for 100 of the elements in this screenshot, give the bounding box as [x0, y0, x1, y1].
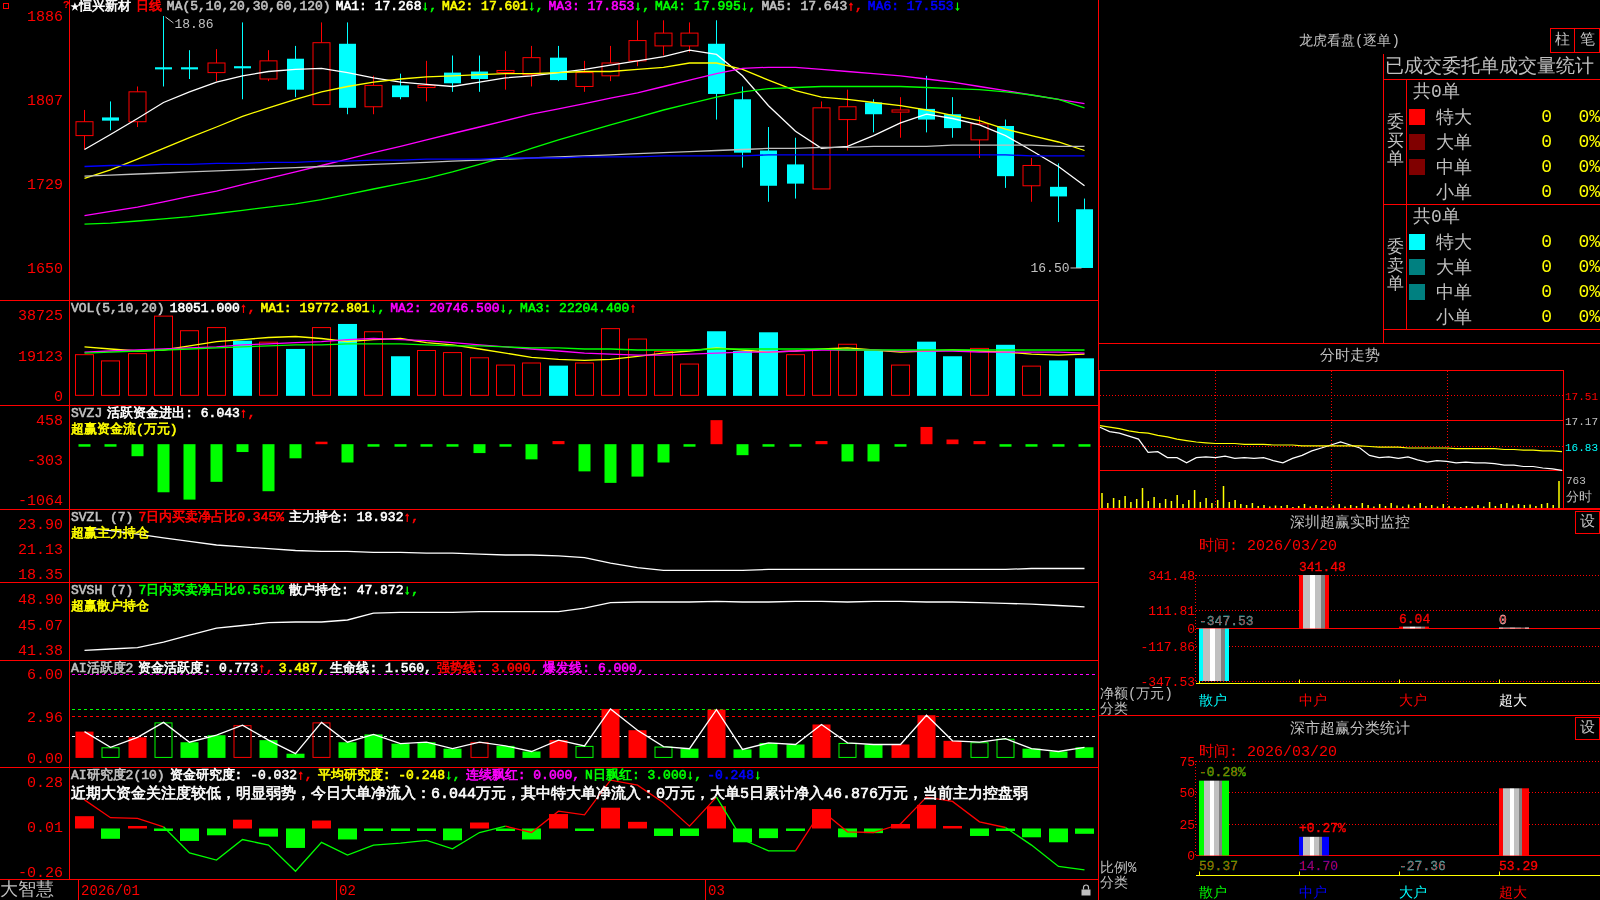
chart-bar: [443, 828, 462, 841]
legend-label: 日线: [135, 0, 162, 14]
y-axis-label: -117.86: [1140, 640, 1195, 655]
chart-bar: [233, 819, 252, 829]
trend-arrow: ↑,: [239, 407, 256, 421]
chart-bar: [601, 708, 620, 758]
legend-label: 资金研究度: -0.032: [169, 769, 298, 783]
chart-bar: [443, 748, 462, 758]
legend-label: AI研究度2(10): [71, 769, 165, 783]
candlestick: [628, 19, 647, 67]
chart-bar: [364, 331, 383, 396]
value-label: 6.04: [1399, 611, 1431, 627]
chart-bar: [496, 828, 515, 831]
chart-bar: [236, 444, 249, 453]
category-label: 大户: [1399, 692, 1427, 709]
y-axis-label: 0.00: [27, 750, 63, 767]
axis-title: 净额(万元): [1100, 686, 1173, 702]
trend-arrow: ↑,: [239, 302, 256, 316]
y-axis-label: 1729: [27, 176, 63, 194]
chart-bar: [946, 439, 959, 445]
y-axis-label: 45.07: [18, 618, 63, 635]
trend-arrow: ↑,: [403, 511, 420, 525]
order-total: 共0单: [1412, 81, 1461, 104]
chart-bar: [128, 737, 147, 758]
order-type: 小单: [1436, 181, 1473, 204]
candlestick: [75, 109, 94, 150]
chart-bar: [443, 352, 462, 396]
value-label: 53.29: [1499, 859, 1538, 875]
chart-bar: [707, 331, 726, 396]
chart-bar: [207, 327, 226, 396]
legend-label: VOL(5,10,20): [71, 302, 165, 316]
order-type: 中单: [1436, 156, 1473, 179]
candlestick: [1050, 162, 1067, 223]
y-axis-label: 41.38: [18, 643, 63, 660]
y-axis-label: 17.51: [1565, 390, 1598, 403]
order-percent: 0%: [1578, 256, 1600, 277]
help-mark[interactable]: ?: [63, 0, 70, 11]
chart-bar: [549, 365, 568, 396]
chart-bar: [1022, 748, 1041, 758]
chart-bar: [154, 722, 173, 758]
y-axis-label: -1064: [18, 492, 63, 509]
trend-arrow: ↓,: [499, 302, 516, 316]
chart-bar: [1052, 444, 1065, 447]
chart-bar: [183, 444, 196, 500]
mode-button[interactable]: 笔: [1575, 28, 1600, 53]
y-axis-label: 6.00: [27, 667, 63, 684]
chart-bar: [154, 828, 173, 831]
chart-bar: [131, 444, 144, 457]
chart-bar: [128, 826, 147, 829]
chart-bar: [917, 804, 936, 829]
chart-bar: [759, 332, 778, 396]
chart-bar: [1075, 828, 1094, 834]
panel-title: 分时走势: [1319, 346, 1380, 367]
chart-bar: [338, 742, 357, 758]
settings-button[interactable]: 设: [1575, 511, 1600, 534]
chart-bar: [341, 444, 354, 463]
chart-bar: [286, 348, 305, 396]
order-count: 0: [1541, 306, 1553, 327]
chart-bar: [943, 740, 962, 758]
trend-arrow: ↑,: [847, 0, 863, 14]
chart-bar: [522, 751, 541, 758]
legend-label: MA2: 20746.500: [390, 302, 500, 316]
order-count: 0: [1541, 181, 1553, 202]
candlestick: [680, 21, 699, 53]
time-label: 时间: 2026/03/20: [1199, 538, 1338, 555]
candlestick: [575, 60, 594, 93]
chart-bar: [128, 353, 147, 396]
y-axis-label: 2.96: [27, 709, 63, 727]
category-label: 超大: [1499, 692, 1527, 709]
panel-title: 深圳超赢实时监控: [1289, 513, 1410, 532]
legend-label: MA5: 17.643: [761, 0, 848, 14]
order-percent: 0%: [1578, 231, 1600, 252]
chart-bar: [838, 828, 857, 838]
legend-label: 资金活跃度: 0.773: [138, 662, 258, 676]
y-axis-label: 23.90: [18, 517, 63, 535]
chart-bar: [470, 357, 489, 396]
y-axis-label: 75: [1179, 755, 1195, 770]
annotation: 16.50: [1030, 260, 1070, 276]
chart-bar: [470, 742, 489, 758]
lock-icon[interactable]: [1081, 884, 1091, 896]
chart-bar: [654, 746, 673, 758]
chart-bar: [970, 347, 989, 396]
y-axis-label: 17.17: [1565, 415, 1598, 428]
trend-arrow: ↓,: [740, 0, 757, 14]
order-type: 中单: [1436, 281, 1473, 304]
candlestick: [364, 75, 383, 115]
chart-bar: [943, 356, 962, 396]
mode-button[interactable]: 柱: [1550, 28, 1575, 53]
legend-label: 活跃资金进出: 6.043: [107, 407, 240, 421]
legend-label: 3.487,: [278, 662, 326, 676]
candlestick: [102, 100, 119, 131]
settings-button[interactable]: 设: [1575, 717, 1600, 740]
table-title: 已成交委托单成交量统计: [1384, 54, 1600, 80]
chart-bar: [973, 441, 986, 445]
chart-bar: [1022, 828, 1041, 838]
axis-title: 比例%: [1100, 860, 1137, 877]
chart-bar: [312, 722, 331, 758]
chart-bar: [680, 828, 699, 836]
chart-bar: [867, 444, 880, 462]
chart-bar: [917, 341, 936, 396]
